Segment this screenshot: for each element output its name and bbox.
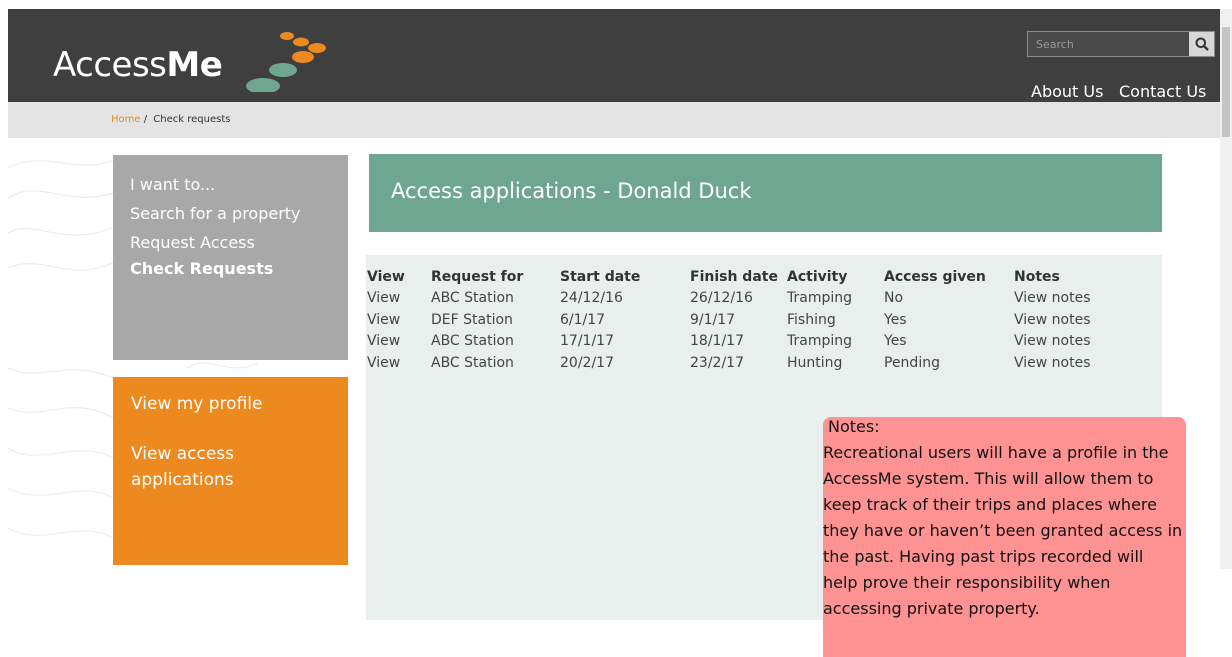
view-notes-link[interactable]: View notes [1014,312,1091,328]
breadcrumb: Home / Check requests [111,114,230,125]
nav-about-us[interactable]: About Us [1031,82,1103,101]
link-search-property[interactable]: Search for a property [130,204,301,223]
cell-request-for: ABC Station [431,290,514,306]
link-view-my-profile[interactable]: View my profile [131,391,311,417]
page-scrollbar[interactable] [1220,9,1232,569]
cell-activity: Fishing [787,312,836,328]
cell-activity: Tramping [787,333,853,349]
notes-callout: Notes: Recreational users will have a pr… [823,417,1186,657]
logo-text-bold: Me [166,45,223,85]
cell-start-date: 6/1/17 [560,312,606,328]
cell-access-given: Yes [884,333,907,349]
cell-start-date: 24/12/16 [560,290,623,306]
col-header-notes: Notes [1014,269,1060,285]
col-header-view: View [367,269,405,285]
cell-finish-date: 26/12/16 [690,290,753,306]
cell-finish-date: 9/1/17 [690,312,736,328]
logo-text-light: Access [53,45,167,85]
page-title-bar: Access applications - Donald Duck [369,154,1162,232]
cell-access-given: Pending [884,355,940,371]
notes-body: Recreational users will have a profile i… [823,443,1183,618]
search-button[interactable] [1189,32,1214,56]
view-notes-link[interactable]: View notes [1014,355,1091,371]
link-view-access-applications[interactable]: View access applications [131,441,311,493]
app-logo[interactable]: AccessMe [53,45,223,85]
i-want-to-panel: I want to... Search for a property Reque… [113,155,348,360]
search-box [1027,31,1215,57]
cell-request-for: ABC Station [431,333,514,349]
page-title: Access applications - Donald Duck [391,179,752,203]
table-row: View ABC Station 24/12/16 26/12/16 Tramp… [366,290,1162,311]
header-bar: AccessMe About Us Contact Us [8,9,1220,102]
cell-start-date: 20/2/17 [560,355,614,371]
breadcrumb-home[interactable]: Home [111,114,141,125]
col-header-finish-date: Finish date [690,269,778,285]
breadcrumb-bar: Home / Check requests [8,102,1220,138]
cell-activity: Hunting [787,355,843,371]
scrollbar-thumb[interactable] [1222,27,1230,137]
view-link[interactable]: View [367,355,400,371]
breadcrumb-current: Check requests [153,114,231,125]
nav-contact-us[interactable]: Contact Us [1119,82,1206,101]
col-header-access-given: Access given [884,269,986,285]
logo-dots-icon [246,32,326,92]
view-notes-link[interactable]: View notes [1014,290,1091,306]
link-request-access[interactable]: Request Access [130,233,255,252]
table-header-row: View Request for Start date Finish date … [366,269,1162,290]
cell-finish-date: 18/1/17 [690,333,744,349]
cell-start-date: 17/1/17 [560,333,614,349]
search-icon [1195,37,1209,51]
table-row: View ABC Station 20/2/17 23/2/17 Hunting… [366,355,1162,376]
breadcrumb-separator: / [143,114,148,125]
col-header-request-for: Request for [431,269,524,285]
cell-request-for: DEF Station [431,312,513,328]
cell-request-for: ABC Station [431,355,514,371]
view-notes-link[interactable]: View notes [1014,333,1091,349]
cell-finish-date: 23/2/17 [690,355,744,371]
view-link[interactable]: View [367,312,400,328]
col-header-activity: Activity [787,269,848,285]
notes-title: Notes: [828,417,880,436]
i-want-to-heading: I want to... [130,175,216,194]
view-link[interactable]: View [367,333,400,349]
col-header-start-date: Start date [560,269,641,285]
cell-activity: Tramping [787,290,853,306]
view-link[interactable]: View [367,290,400,306]
link-check-requests[interactable]: Check Requests [130,259,273,278]
profile-panel: View my profile View access applications [113,377,348,565]
cell-access-given: No [884,290,904,306]
table-row: View DEF Station 6/1/17 9/1/17 Fishing Y… [366,312,1162,333]
table-row: View ABC Station 17/1/17 18/1/17 Trampin… [366,333,1162,354]
cell-access-given: Yes [884,312,907,328]
search-input[interactable] [1028,32,1188,56]
